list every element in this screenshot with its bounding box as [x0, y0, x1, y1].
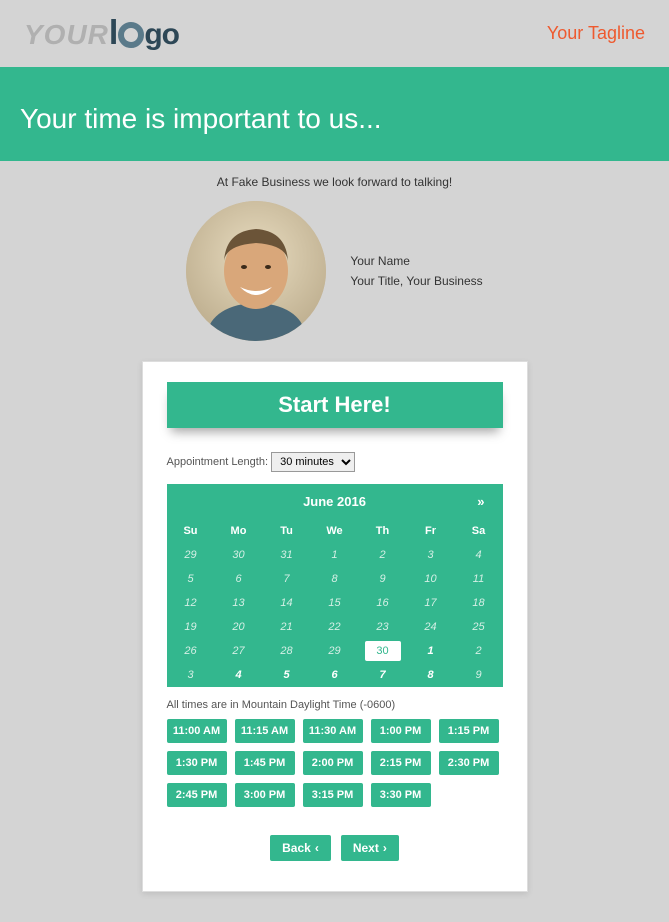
time-slot[interactable]: 11:30 AM	[303, 719, 363, 743]
start-here-banner: Start Here!	[167, 382, 503, 428]
time-slot[interactable]: 1:15 PM	[439, 719, 499, 743]
time-slot[interactable]: 3:00 PM	[235, 783, 295, 807]
avatar-image	[186, 201, 326, 341]
time-slot[interactable]: 3:30 PM	[371, 783, 431, 807]
calendar-days-grid: 2930311234567891011121314151617181920212…	[167, 543, 503, 687]
calendar-day[interactable]: 23	[359, 615, 407, 639]
appointment-length-label: Appointment Length:	[167, 456, 269, 468]
calendar-day[interactable]: 7	[263, 567, 311, 591]
calendar-dow: Sa	[455, 519, 503, 543]
time-slot[interactable]: 1:45 PM	[235, 751, 295, 775]
time-slot[interactable]: 2:00 PM	[303, 751, 363, 775]
time-slots: 11:00 AM 11:15 AM 11:30 AM 1:00 PM 1:15 PM 1:…	[167, 719, 503, 807]
appointment-length-select[interactable]: 30 minutes	[271, 452, 355, 472]
calendar-day[interactable]: 18	[455, 591, 503, 615]
logo-o-icon	[118, 22, 144, 48]
hero-title: Your time is important to us...	[20, 103, 649, 135]
calendar-day[interactable]: 11	[455, 567, 503, 591]
calendar-day[interactable]: 2	[455, 639, 503, 663]
calendar-day[interactable]: 15	[311, 591, 359, 615]
time-slot[interactable]: 11:15 AM	[235, 719, 295, 743]
calendar-day[interactable]: 25	[455, 615, 503, 639]
time-slot[interactable]: 1:00 PM	[371, 719, 431, 743]
person-block: Your Name Your Title, Your Business	[0, 195, 669, 361]
person-title: Your Title, Your Business	[350, 274, 482, 288]
calendar: June 2016 » SuMoTuWeThFrSa 2930311234567…	[167, 484, 503, 687]
calendar-day[interactable]: 10	[407, 567, 455, 591]
calendar-day[interactable]: 20	[215, 615, 263, 639]
calendar-dow: We	[311, 519, 359, 543]
calendar-day[interactable]: 28	[263, 639, 311, 663]
calendar-day[interactable]: 5	[263, 663, 311, 687]
avatar	[186, 201, 326, 341]
calendar-day[interactable]: 8	[311, 567, 359, 591]
next-button[interactable]: Next ›	[341, 835, 399, 861]
chevron-right-icon: ›	[383, 841, 387, 855]
calendar-next-icon[interactable]: »	[477, 494, 484, 509]
calendar-day[interactable]: 27	[215, 639, 263, 663]
calendar-dow: Tu	[263, 519, 311, 543]
scheduler-card: Start Here! Appointment Length: 30 minut…	[142, 361, 528, 892]
top-header: YOUR l go Your Tagline	[0, 0, 669, 67]
logo: YOUR l go	[24, 14, 179, 53]
calendar-day[interactable]: 26	[167, 639, 215, 663]
calendar-day[interactable]: 5	[167, 567, 215, 591]
time-slot[interactable]: 11:00 AM	[167, 719, 227, 743]
back-button-label: Back	[282, 841, 311, 855]
calendar-day[interactable]: 12	[167, 591, 215, 615]
calendar-day[interactable]: 1	[407, 639, 455, 663]
calendar-day[interactable]: 22	[311, 615, 359, 639]
logo-text-go: go	[144, 18, 179, 52]
calendar-day[interactable]: 24	[407, 615, 455, 639]
calendar-day[interactable]: 7	[359, 663, 407, 687]
calendar-day[interactable]: 4	[455, 543, 503, 567]
calendar-header: June 2016 »	[167, 484, 503, 519]
calendar-day[interactable]: 8	[407, 663, 455, 687]
logo-text-your: YOUR	[24, 19, 109, 51]
calendar-day[interactable]: 1	[311, 543, 359, 567]
calendar-day[interactable]: 9	[359, 567, 407, 591]
time-slot[interactable]: 3:15 PM	[303, 783, 363, 807]
chevron-left-icon: ‹	[315, 841, 319, 855]
time-slot[interactable]: 2:30 PM	[439, 751, 499, 775]
calendar-day[interactable]: 14	[263, 591, 311, 615]
person-name: Your Name	[350, 254, 482, 268]
logo-text-l: l	[109, 14, 118, 53]
calendar-day[interactable]: 4	[215, 663, 263, 687]
calendar-day[interactable]: 31	[263, 543, 311, 567]
hero-banner: Your time is important to us...	[0, 67, 669, 161]
intro-text: At Fake Business we look forward to talk…	[0, 161, 669, 195]
tagline: Your Tagline	[547, 23, 645, 44]
calendar-day[interactable]: 13	[215, 591, 263, 615]
calendar-dow: Su	[167, 519, 215, 543]
appointment-length-row: Appointment Length: 30 minutes	[167, 452, 503, 472]
nav-buttons: Back ‹ Next ›	[167, 835, 503, 861]
person-info: Your Name Your Title, Your Business	[350, 248, 482, 294]
back-button[interactable]: Back ‹	[270, 835, 331, 861]
calendar-day[interactable]: 29	[311, 639, 359, 663]
calendar-day[interactable]: 17	[407, 591, 455, 615]
calendar-day[interactable]: 16	[359, 591, 407, 615]
calendar-day[interactable]: 30	[365, 641, 401, 661]
time-slot[interactable]: 2:15 PM	[371, 751, 431, 775]
calendar-dow: Mo	[215, 519, 263, 543]
calendar-month: June 2016	[303, 494, 366, 509]
calendar-day[interactable]: 2	[359, 543, 407, 567]
calendar-dow-row: SuMoTuWeThFrSa	[167, 519, 503, 543]
timezone-text: All times are in Mountain Daylight Time …	[167, 699, 503, 711]
calendar-day[interactable]: 29	[167, 543, 215, 567]
calendar-dow: Th	[359, 519, 407, 543]
calendar-day[interactable]: 21	[263, 615, 311, 639]
calendar-day[interactable]: 6	[215, 567, 263, 591]
time-slot[interactable]: 1:30 PM	[167, 751, 227, 775]
calendar-day[interactable]: 6	[311, 663, 359, 687]
calendar-day[interactable]: 3	[407, 543, 455, 567]
time-slot[interactable]: 2:45 PM	[167, 783, 227, 807]
next-button-label: Next	[353, 841, 379, 855]
calendar-dow: Fr	[407, 519, 455, 543]
calendar-day[interactable]: 19	[167, 615, 215, 639]
calendar-day[interactable]: 3	[167, 663, 215, 687]
calendar-day[interactable]: 30	[215, 543, 263, 567]
calendar-day[interactable]: 9	[455, 663, 503, 687]
